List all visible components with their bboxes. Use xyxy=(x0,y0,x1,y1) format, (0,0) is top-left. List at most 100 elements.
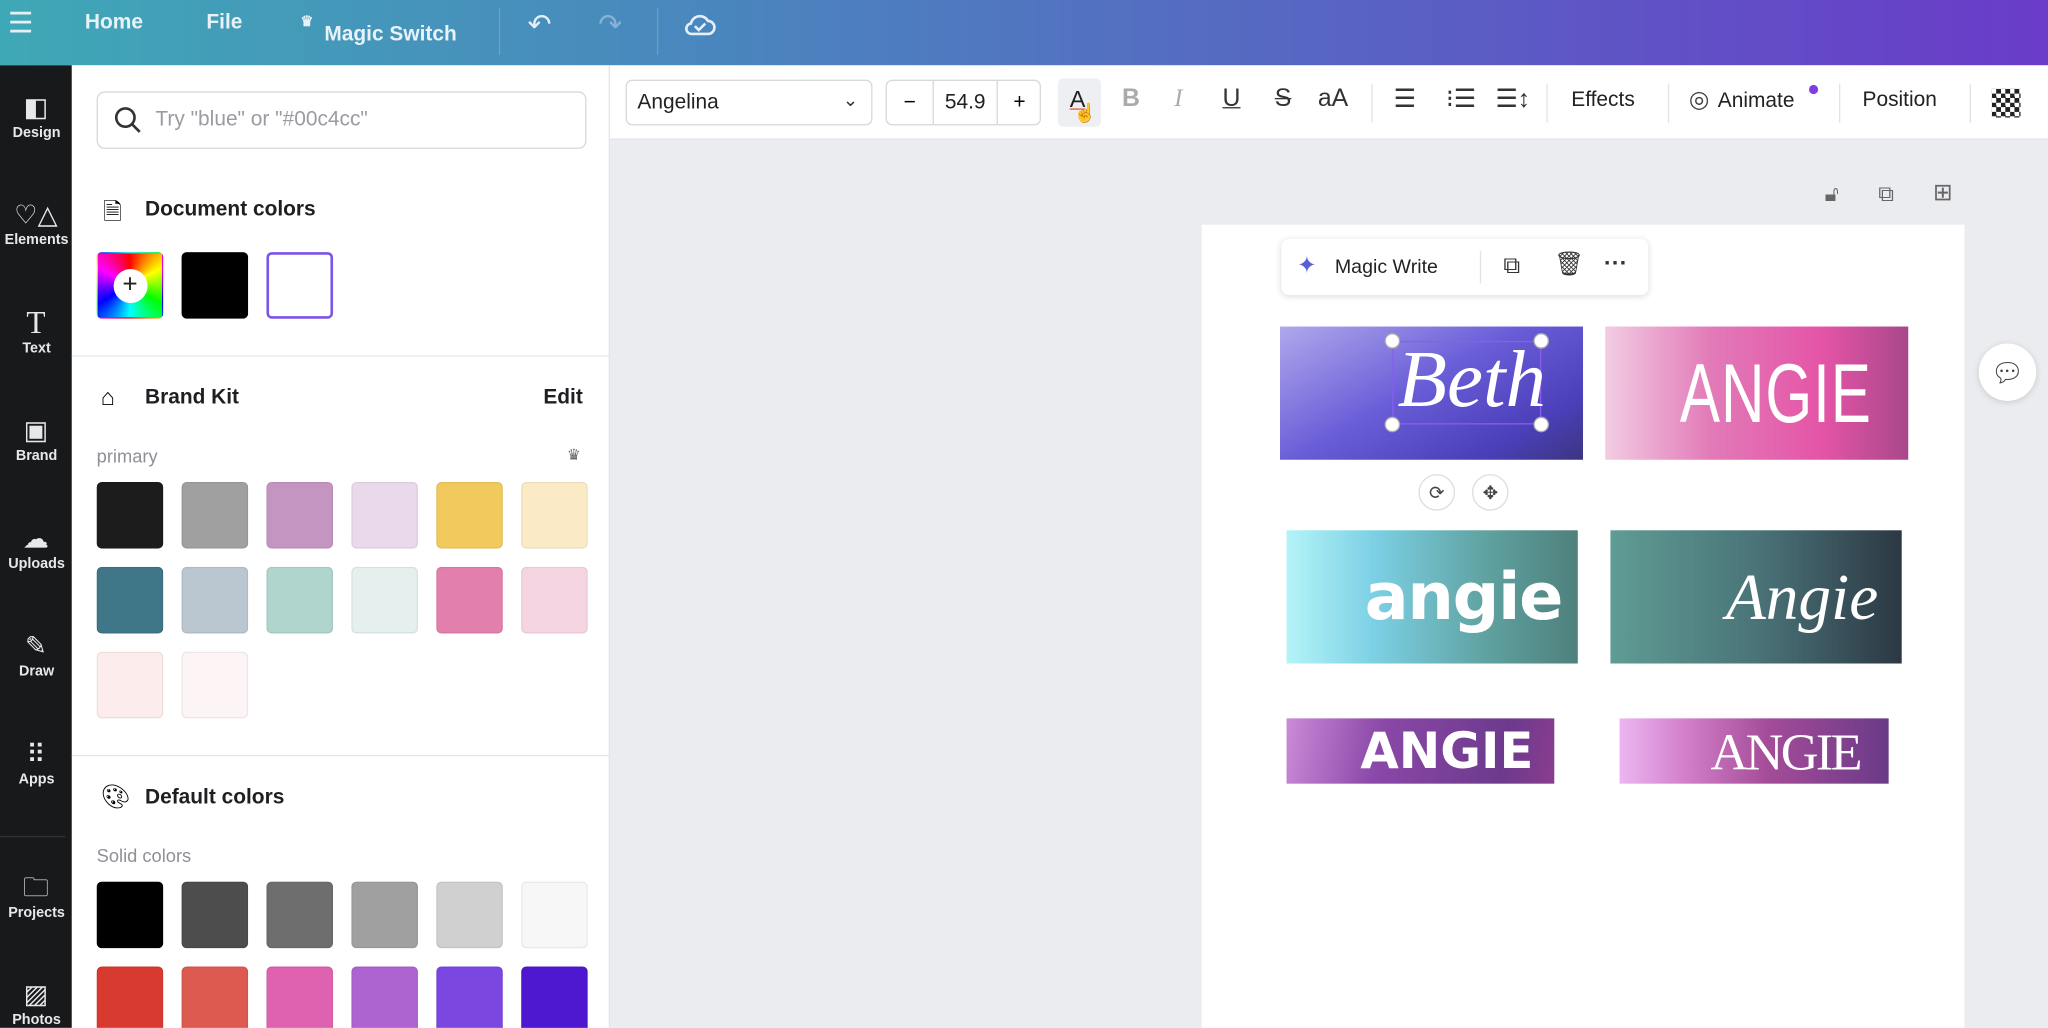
decrease-font-size-button[interactable]: − xyxy=(887,80,934,125)
resize-handle[interactable] xyxy=(1533,333,1550,349)
name-card[interactable]: angie xyxy=(1286,530,1578,664)
color-swatch[interactable] xyxy=(181,481,249,549)
trash-icon[interactable]: 🗑︎ xyxy=(1554,251,1584,278)
rail-item-text[interactable]: T Text xyxy=(0,306,72,356)
align-center-icon[interactable]: ☰ xyxy=(1394,85,1416,115)
color-swatch[interactable] xyxy=(266,881,334,949)
resize-handle[interactable] xyxy=(1384,416,1401,433)
rail-item-elements[interactable]: ♡△ Elements xyxy=(0,201,72,248)
color-swatch[interactable] xyxy=(521,966,588,1028)
resize-handle[interactable] xyxy=(1533,416,1550,433)
strikethrough-icon[interactable]: S xyxy=(1275,85,1292,114)
magic-write-button[interactable]: Magic Write xyxy=(1335,256,1438,278)
search-icon xyxy=(114,106,143,141)
color-swatch[interactable] xyxy=(181,566,249,634)
underline-icon[interactable]: U xyxy=(1223,85,1241,114)
color-swatch[interactable] xyxy=(266,966,334,1028)
undo-icon[interactable]: ↶ xyxy=(528,8,552,42)
magic-switch-button[interactable]: ♛ Magic Switch xyxy=(300,12,456,45)
color-swatch[interactable] xyxy=(266,566,334,634)
bold-icon[interactable]: B xyxy=(1122,85,1140,114)
letter-case-icon[interactable]: aA xyxy=(1318,85,1348,114)
color-search[interactable] xyxy=(96,91,587,149)
italic-icon[interactable]: I xyxy=(1174,85,1182,114)
color-swatch[interactable] xyxy=(96,481,164,549)
divider xyxy=(498,7,501,55)
divider xyxy=(71,355,610,357)
cursor-hand-icon: ☝ xyxy=(1073,101,1097,123)
color-swatch[interactable] xyxy=(351,481,418,549)
name-card-beth[interactable]: Beth xyxy=(1279,326,1584,460)
duplicate-icon[interactable]: ⧉ xyxy=(1503,252,1520,279)
image-icon: ▨ xyxy=(23,980,49,1010)
palette-name: primary xyxy=(96,445,158,467)
name-card[interactable]: ANGIE xyxy=(1286,718,1555,784)
hamburger-icon[interactable]: ☰ xyxy=(8,7,34,41)
font-select[interactable]: Angelina ⌄ xyxy=(625,79,873,126)
name-card[interactable]: ANGIE xyxy=(1605,326,1909,460)
comment-plus-icon: 💬︎ xyxy=(1990,358,2025,388)
color-swatch[interactable] xyxy=(181,252,249,319)
rail-item-apps[interactable]: ⠿ Apps xyxy=(0,741,72,788)
color-swatch[interactable] xyxy=(181,651,249,719)
color-swatch[interactable] xyxy=(351,966,418,1028)
card-text: Angie xyxy=(1725,560,1879,634)
rotate-handle[interactable]: ⟳ xyxy=(1418,474,1456,511)
rail-item-photos[interactable]: ▨ Photos xyxy=(0,981,72,1028)
color-swatch[interactable] xyxy=(181,966,249,1028)
color-swatch[interactable] xyxy=(521,566,588,634)
color-swatch[interactable] xyxy=(96,566,164,634)
divider xyxy=(1667,83,1670,123)
color-search-input[interactable] xyxy=(155,92,574,148)
text-color-button[interactable]: A ☝ xyxy=(1057,78,1102,127)
rail-item-draw[interactable]: ✎ Draw xyxy=(0,632,72,679)
color-swatch[interactable] xyxy=(96,651,164,719)
color-swatch[interactable] xyxy=(266,481,334,549)
color-swatch[interactable] xyxy=(521,481,588,549)
color-swatch[interactable] xyxy=(96,966,164,1028)
brand-kit-edit-link[interactable]: Edit xyxy=(543,387,582,411)
color-swatch[interactable] xyxy=(436,481,503,549)
color-swatch[interactable] xyxy=(521,881,588,949)
redo-icon[interactable]: ↷ xyxy=(598,8,622,42)
color-swatch[interactable] xyxy=(436,966,503,1028)
position-button[interactable]: Position xyxy=(1863,89,1937,113)
lock-icon[interactable]: 🔓︎ xyxy=(1825,182,1839,208)
spacing-icon[interactable]: ☰↕ xyxy=(1496,85,1531,115)
name-card[interactable]: ANGIE xyxy=(1619,718,1889,784)
grid-icon: ⠿ xyxy=(26,740,46,770)
increase-font-size-button[interactable]: + xyxy=(996,80,1041,125)
color-swatch[interactable] xyxy=(181,881,249,949)
color-swatch[interactable] xyxy=(351,566,418,634)
resize-handle[interactable] xyxy=(1384,333,1401,349)
rail-item-uploads[interactable]: ☁ Uploads xyxy=(0,525,72,572)
name-card[interactable]: Angie xyxy=(1610,530,1902,664)
animate-button[interactable]: ◎ Animate xyxy=(1689,84,1819,113)
move-handle[interactable]: ✥ xyxy=(1471,474,1509,511)
add-color-button[interactable]: + xyxy=(96,252,164,319)
color-swatch[interactable] xyxy=(436,881,503,949)
add-page-icon[interactable]: ⊞ xyxy=(1933,179,1953,206)
card-text: ANGIE xyxy=(1679,346,1872,441)
file-menu[interactable]: File xyxy=(206,12,242,36)
side-rail: ◧ Design ♡△ Elements T Text ▣ Brand ☁ Uploads… xyxy=(0,65,72,1028)
list-icon[interactable]: ⁝☰ xyxy=(1446,85,1476,115)
font-name: Angelina xyxy=(637,91,719,114)
more-icon[interactable]: ··· xyxy=(1604,249,1627,276)
color-swatch[interactable] xyxy=(351,881,418,949)
cloud-check-icon[interactable] xyxy=(683,10,717,45)
rail-item-projects[interactable]: 🗀 Projects xyxy=(0,874,72,921)
font-size-input[interactable]: 54.9 xyxy=(934,81,997,124)
duplicate-page-icon[interactable]: ⧉ xyxy=(1878,182,1894,208)
color-swatch-selected[interactable] xyxy=(266,252,334,319)
text-icon: T xyxy=(26,306,46,341)
transparency-icon[interactable] xyxy=(1991,88,2021,118)
add-comment-button[interactable]: 💬︎ xyxy=(1978,343,2037,401)
color-swatch[interactable] xyxy=(96,881,164,949)
home-link[interactable]: Home xyxy=(85,12,143,36)
effects-button[interactable]: Effects xyxy=(1571,89,1635,113)
solid-colors-label: Solid colors xyxy=(96,845,192,866)
rail-item-brand[interactable]: ▣ Brand xyxy=(0,417,72,464)
color-swatch[interactable] xyxy=(436,566,503,634)
rail-item-design[interactable]: ◧ Design xyxy=(0,94,72,141)
